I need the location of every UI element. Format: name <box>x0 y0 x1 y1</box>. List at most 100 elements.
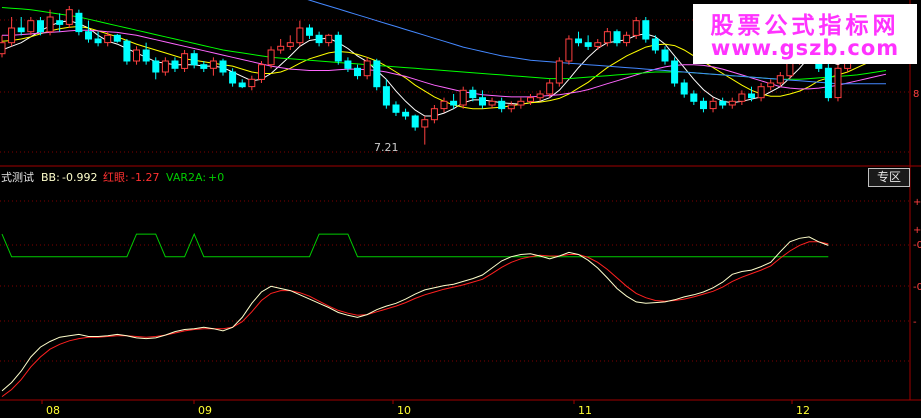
ma20-line <box>2 29 887 98</box>
candle <box>334 31 342 65</box>
ma60-line <box>307 0 886 85</box>
candle <box>642 17 650 43</box>
candle <box>190 50 198 69</box>
candle-body <box>872 27 880 36</box>
candle <box>104 31 112 47</box>
candle <box>613 29 621 47</box>
candle <box>700 97 707 113</box>
candle-body <box>315 34 323 44</box>
candle-body <box>815 31 823 69</box>
candle-body <box>603 31 611 44</box>
candle-body <box>56 20 64 25</box>
candle-body <box>555 60 563 84</box>
candle <box>584 35 592 50</box>
candle-body <box>651 38 659 51</box>
candle <box>133 46 140 65</box>
date-tick-label: 10 <box>397 404 411 417</box>
candle-body <box>402 111 410 117</box>
candle-body <box>834 67 842 99</box>
candle <box>258 61 265 83</box>
candle-body <box>65 9 73 25</box>
candle <box>709 97 717 113</box>
candle-body <box>0 42 6 55</box>
candle <box>430 105 438 124</box>
candle-body <box>776 75 784 84</box>
price-tick-label: 8 <box>913 89 919 100</box>
candlesticks <box>0 6 890 145</box>
candle-body <box>248 78 256 88</box>
candle-body <box>450 100 458 106</box>
candle <box>315 31 323 47</box>
candle-body <box>690 93 698 102</box>
candle <box>267 46 275 69</box>
candle <box>738 90 746 105</box>
candle-body <box>104 34 112 44</box>
candle-body <box>85 31 92 40</box>
candle <box>306 24 313 39</box>
candle-body <box>190 53 198 66</box>
candle-body <box>219 60 227 73</box>
candle-body <box>661 49 669 62</box>
candle <box>248 75 256 91</box>
candle-body <box>171 60 179 69</box>
candle <box>805 28 813 50</box>
candle-body <box>46 16 54 33</box>
candle-body <box>748 93 755 99</box>
candle <box>238 79 246 89</box>
candle-body <box>680 82 688 95</box>
candle-body <box>8 27 16 44</box>
candle-body <box>344 60 352 69</box>
date-tick-label: 12 <box>796 404 810 417</box>
special-zone-tab[interactable]: 专区 <box>868 168 910 187</box>
candle <box>8 17 16 47</box>
candle <box>219 58 227 76</box>
candle <box>488 97 496 109</box>
candle-body <box>27 20 35 33</box>
candle <box>824 61 832 102</box>
candle-body <box>334 34 342 62</box>
candle-body <box>853 42 861 55</box>
candle <box>844 50 852 72</box>
bb-line <box>1 236 829 392</box>
candle-body <box>229 71 237 84</box>
candle <box>517 97 525 109</box>
candle-body <box>700 100 707 110</box>
candle-body <box>133 49 140 62</box>
candle-body <box>709 100 717 110</box>
candle-body <box>209 60 217 69</box>
candle-body <box>757 86 765 99</box>
candle <box>536 90 544 102</box>
candle-body <box>623 34 631 44</box>
candle-body <box>267 49 275 66</box>
axis-labels: 08 09 10 11 12 8 + + -0 -0 - <box>41 89 921 417</box>
indicator-lines <box>1 232 829 398</box>
candle-body <box>498 100 506 110</box>
date-tick-label: 09 <box>198 404 212 417</box>
candle-body <box>123 40 131 62</box>
candle-body <box>200 64 208 69</box>
candle <box>46 9 54 36</box>
candle <box>85 20 92 43</box>
candle-body <box>363 60 371 77</box>
var2a-label: VAR2A: <box>166 171 206 184</box>
candle-body <box>392 104 400 113</box>
candle <box>671 57 679 87</box>
candle <box>719 97 727 109</box>
date-tick-label: 08 <box>46 404 60 417</box>
candle <box>450 94 458 109</box>
candle-body <box>421 119 429 128</box>
candle-body <box>296 27 304 44</box>
candle-body <box>824 67 832 99</box>
candle-body <box>430 108 438 121</box>
candle <box>459 86 467 109</box>
candle-body <box>411 115 419 128</box>
candle-body <box>94 38 102 44</box>
candle <box>680 79 688 98</box>
candle-body <box>613 31 621 44</box>
candle <box>421 116 429 145</box>
candle-body <box>575 38 582 44</box>
candle <box>113 33 121 43</box>
candle <box>757 83 765 102</box>
candle <box>286 35 294 50</box>
date-tick-label: 11 <box>578 404 592 417</box>
